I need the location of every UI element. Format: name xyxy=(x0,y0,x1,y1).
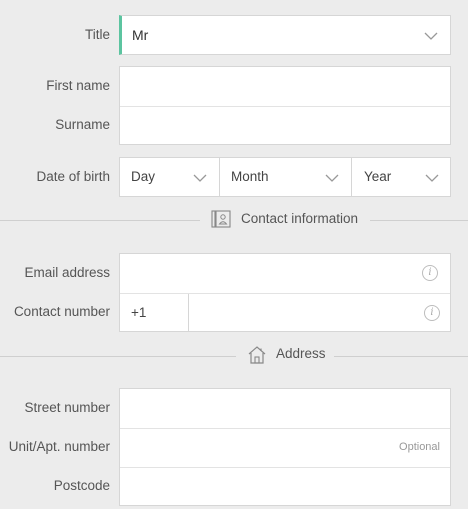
country-code-field[interactable]: +1 xyxy=(120,294,188,332)
info-icon[interactable]: i xyxy=(424,305,440,321)
title-select[interactable]: Mr xyxy=(119,15,451,55)
dob-day-select[interactable]: Day xyxy=(120,158,219,196)
dob-label: Date of birth xyxy=(36,169,110,184)
email-input[interactable]: i xyxy=(120,254,450,293)
address-group: Optional xyxy=(119,388,451,506)
chevron-down-icon xyxy=(193,174,207,182)
chevron-down-icon xyxy=(425,174,439,182)
dob-year-value: Year xyxy=(364,169,392,184)
dob-month-select[interactable]: Month xyxy=(220,158,351,196)
first-name-label: First name xyxy=(46,78,110,93)
first-name-input[interactable] xyxy=(120,67,450,106)
contact-divider-right xyxy=(370,220,468,221)
contact-number-input[interactable]: i xyxy=(189,294,450,332)
contact-group: i +1 i xyxy=(119,253,451,332)
dob-day-value: Day xyxy=(131,169,156,184)
chevron-down-icon xyxy=(424,32,438,40)
street-number-label: Street number xyxy=(24,400,110,415)
unit-number-input[interactable]: Optional xyxy=(120,429,450,467)
house-icon xyxy=(248,346,266,364)
contact-divider-left xyxy=(0,220,200,221)
contact-section-title: Contact information xyxy=(241,211,359,226)
contact-book-icon xyxy=(211,210,231,228)
unit-number-label: Unit/Apt. number xyxy=(8,439,110,454)
info-icon[interactable]: i xyxy=(422,265,438,281)
contact-number-label: Contact number xyxy=(13,304,110,319)
address-divider-left xyxy=(0,356,236,357)
title-label: Title xyxy=(84,27,110,42)
street-number-input[interactable] xyxy=(120,389,450,428)
dob-group: Day Month Year xyxy=(119,157,451,197)
address-divider-right xyxy=(334,356,468,357)
country-code-value: +1 xyxy=(131,305,147,320)
title-selected-value: Mr xyxy=(132,27,149,43)
email-label: Email address xyxy=(24,265,110,280)
postcode-label: Postcode xyxy=(53,478,110,493)
dob-month-value: Month xyxy=(231,169,269,184)
address-section-title: Address xyxy=(276,346,326,361)
postcode-input[interactable] xyxy=(120,468,450,505)
optional-hint: Optional xyxy=(399,441,440,453)
surname-label: Surname xyxy=(55,117,110,132)
chevron-down-icon xyxy=(325,174,339,182)
name-group xyxy=(119,66,451,145)
surname-input[interactable] xyxy=(120,107,450,145)
dob-year-select[interactable]: Year xyxy=(352,158,450,196)
